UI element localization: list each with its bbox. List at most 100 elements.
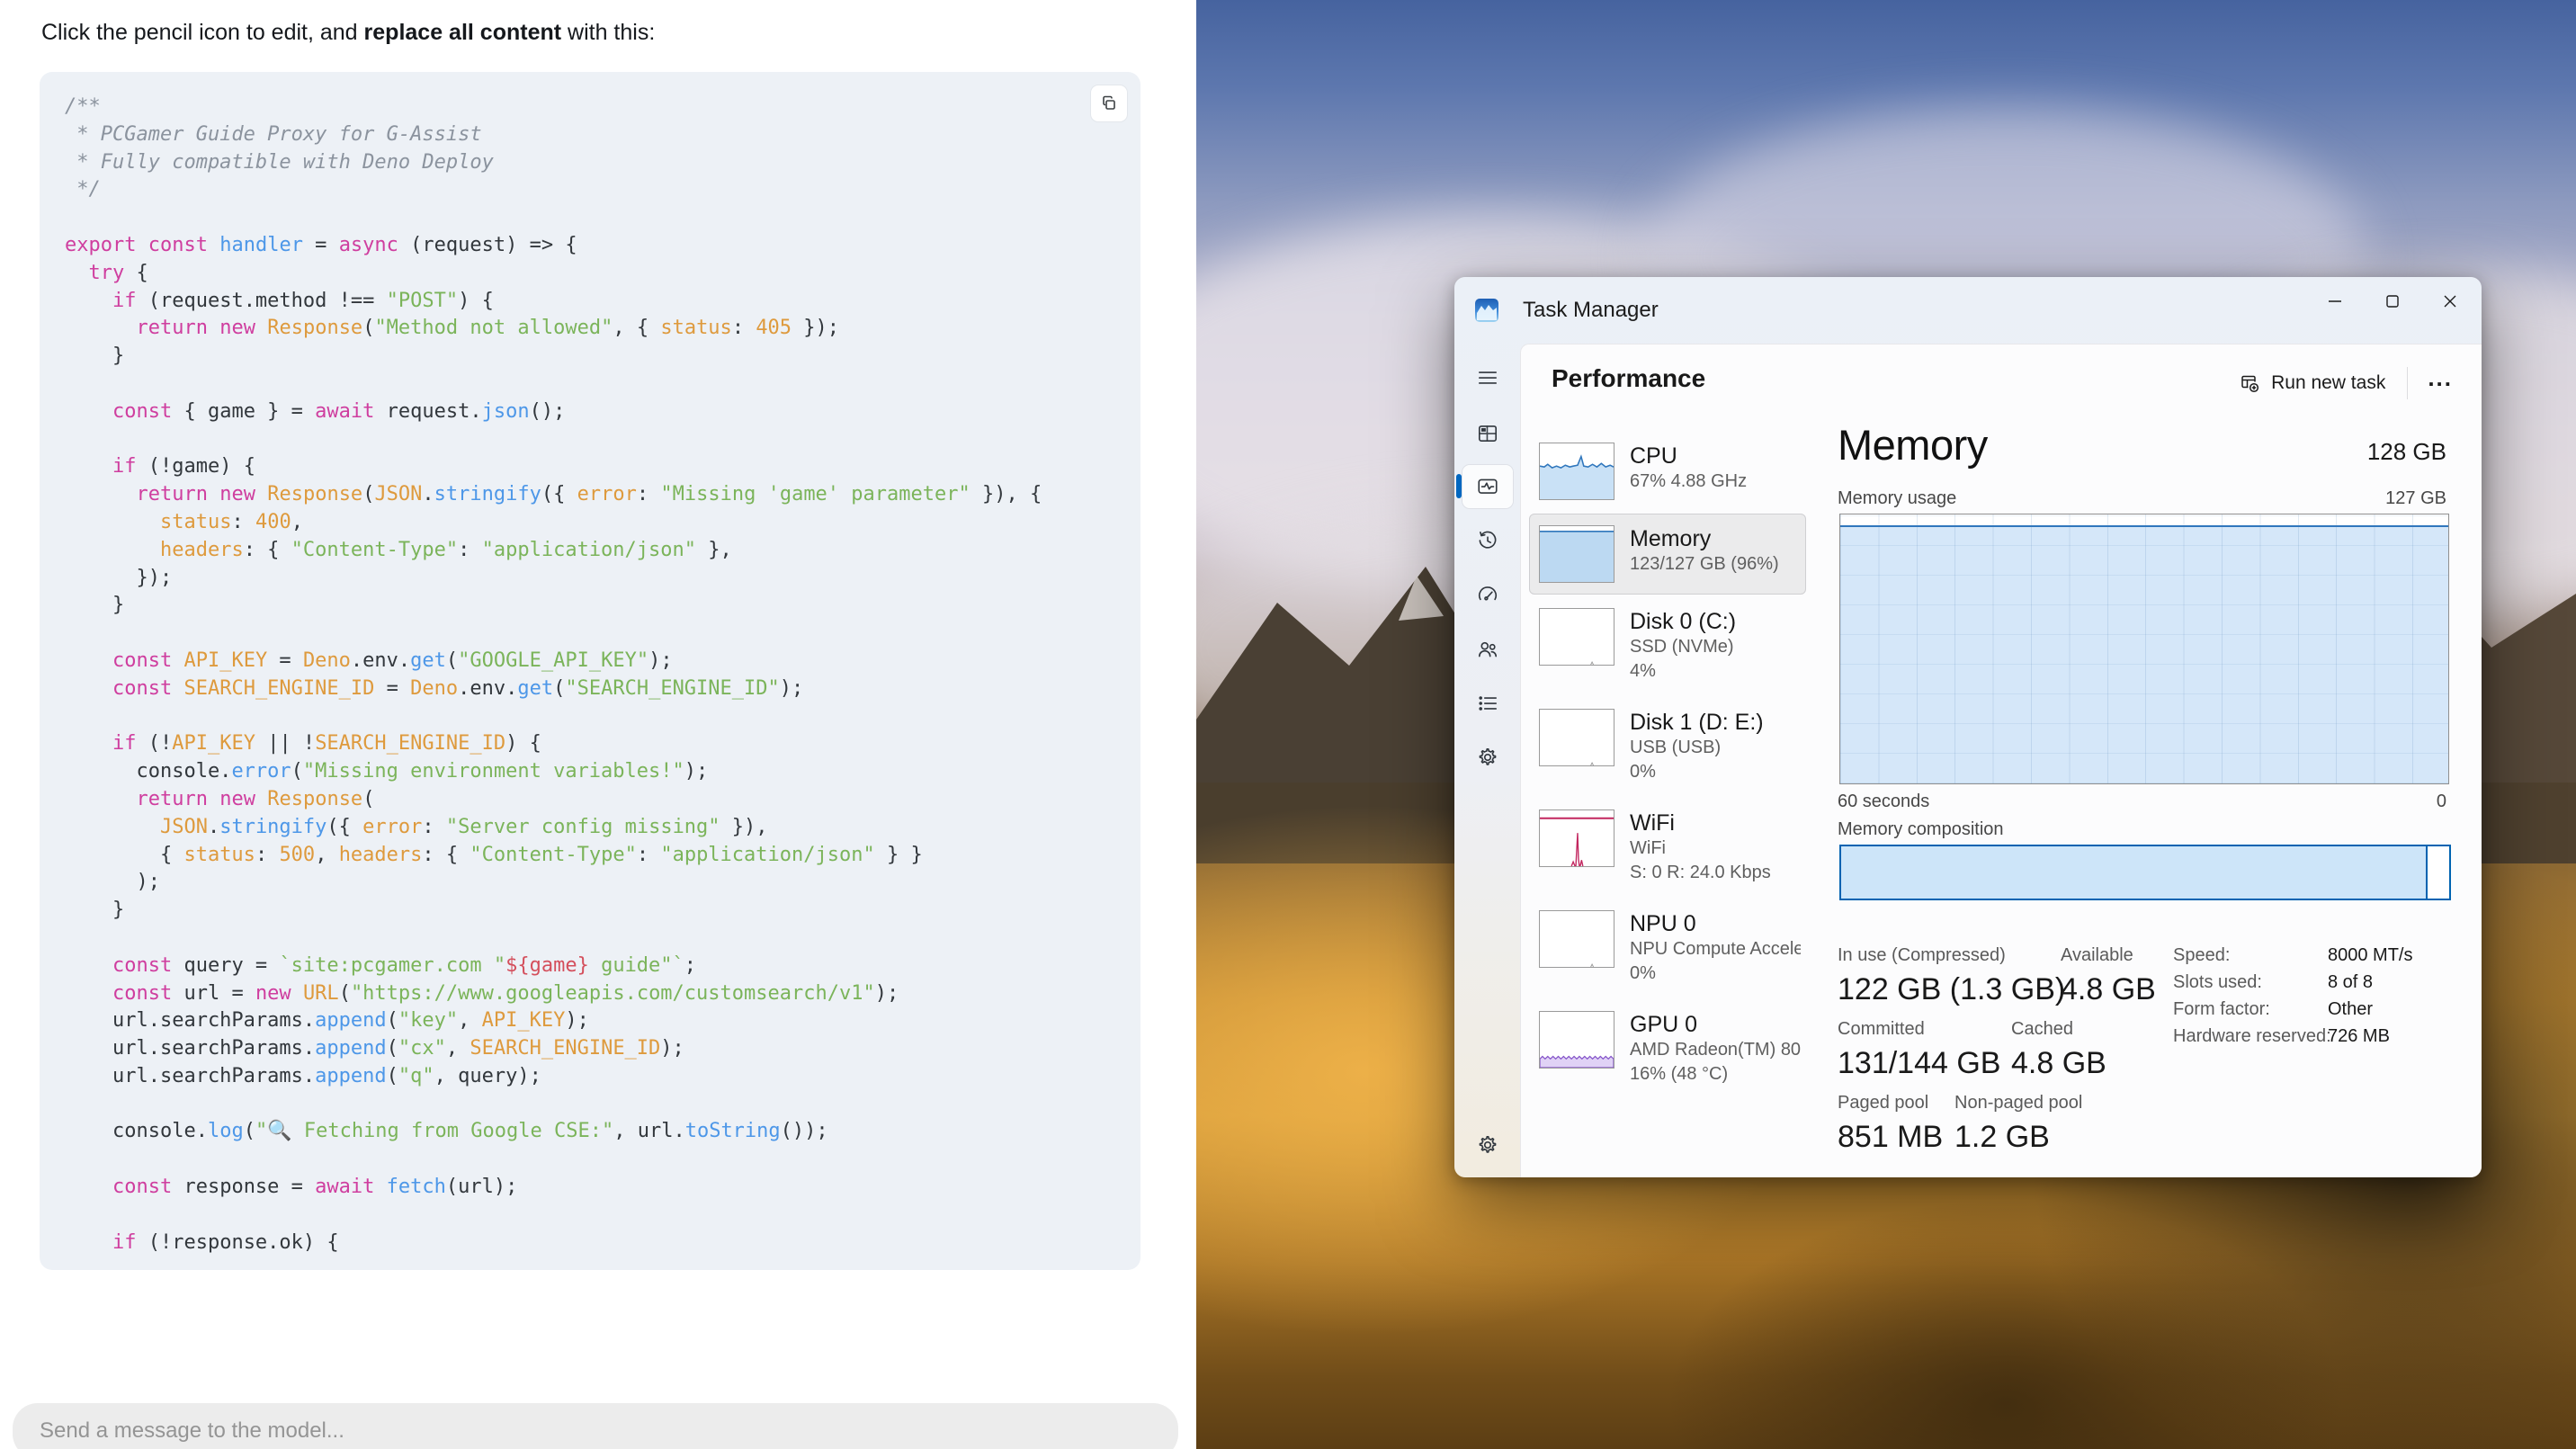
- wifi-mini-graph: [1539, 809, 1614, 867]
- device-subtext: 67% 4.88 GHz: [1630, 470, 1747, 494]
- sidebar-item-app-history[interactable]: [1462, 519, 1513, 562]
- device-subtext: S: 0 R: 24.0 Kbps: [1630, 861, 1771, 885]
- code-line: }: [65, 592, 1115, 620]
- code-line: return new Response(JSON.stringify({ err…: [65, 481, 1115, 509]
- stat-value: 4.8 GB: [2011, 1046, 2106, 1081]
- instruction-bold: replace all content: [364, 20, 562, 45]
- code-line: );: [65, 869, 1115, 897]
- detail-value: 726 MB: [2328, 1026, 2390, 1047]
- memory-detail-form-factor: Form factor: Other: [2173, 999, 2373, 1020]
- flat-mini-graph: [1539, 608, 1614, 666]
- device-subtext: AMD Radeon(TM) 806...: [1630, 1038, 1801, 1062]
- cpu-mini-graph: [1539, 443, 1614, 500]
- memory-stat-in-use-compressed: In use (Compressed) 122 GB (1.3 GB): [1838, 945, 2065, 1007]
- performance-device-list: CPU67% 4.88 GHzMemory123/127 GB (96%)Dis…: [1529, 431, 1806, 1100]
- instruction-prefix: Click the pencil icon to edit, and: [41, 20, 364, 45]
- memory-usage-axis-max: 127 GB: [2385, 488, 2446, 509]
- code-line: * PCGamer Guide Proxy for G-Assist: [65, 121, 1115, 149]
- stat-value: 131/144 GB: [1838, 1046, 2000, 1081]
- device-subtext: 0%: [1630, 962, 1801, 986]
- device-item-gpu-0[interactable]: GPU 0AMD Radeon(TM) 806...16% (48 °C): [1529, 999, 1806, 1098]
- device-subtext: 0%: [1630, 760, 1764, 784]
- code-line: const API_KEY = Deno.env.get("GOOGLE_API…: [65, 648, 1115, 675]
- minimize-button[interactable]: [2309, 281, 2361, 322]
- memory-usage-graph[interactable]: [1839, 514, 2449, 784]
- desktop-wallpaper: Task Manager: [1196, 0, 2576, 1449]
- stat-label: Available: [2061, 945, 2156, 966]
- close-button[interactable]: [2424, 281, 2476, 322]
- code-line: const { game } = await request.json();: [65, 398, 1115, 426]
- device-subtext: SSD (NVMe): [1630, 635, 1736, 659]
- task-manager-window: Task Manager: [1454, 277, 2482, 1177]
- stat-label: Committed: [1838, 1019, 2000, 1040]
- performance-icon: [1476, 475, 1499, 498]
- device-item-npu-0[interactable]: NPU 0NPU Compute Acceler...0%: [1529, 899, 1806, 997]
- detail-value: 8000 MT/s: [2328, 945, 2412, 966]
- code-line: if (!game) {: [65, 453, 1115, 481]
- device-item-memory[interactable]: Memory123/127 GB (96%): [1529, 514, 1806, 595]
- sidebar-item-performance[interactable]: [1462, 465, 1513, 508]
- detail-label: Hardware reserved:: [2173, 1026, 2328, 1047]
- memory-panel-title: Memory: [1838, 420, 1988, 470]
- sidebar-item-details[interactable]: [1462, 682, 1513, 725]
- startup-apps-icon: [1476, 583, 1499, 606]
- memory-stat-paged-pool: Paged pool 851 MB: [1838, 1093, 1943, 1155]
- sidebar-settings-button[interactable]: [1462, 1123, 1513, 1167]
- code-line: JSON.stringify({ error: "Server config m…: [65, 814, 1115, 842]
- detail-label: Form factor:: [2173, 999, 2328, 1020]
- code-line: url.searchParams.append("cx", SEARCH_ENG…: [65, 1035, 1115, 1063]
- sidebar-menu-button[interactable]: [1462, 356, 1513, 399]
- title-bar[interactable]: Task Manager: [1454, 277, 2482, 344]
- device-name: GPU 0: [1630, 1011, 1801, 1038]
- device-subtext: 123/127 GB (96%): [1630, 552, 1779, 577]
- run-new-task-label: Run new task: [2271, 372, 2385, 394]
- code-line: const url = new URL("https://www.googlea…: [65, 980, 1115, 1008]
- code-line: [65, 620, 1115, 648]
- users-icon: [1476, 638, 1499, 661]
- copy-icon: [1100, 94, 1118, 112]
- device-subtext: NPU Compute Acceler...: [1630, 937, 1801, 962]
- maximize-button[interactable]: [2366, 281, 2419, 322]
- app-history-icon: [1476, 529, 1499, 552]
- memory-mini-graph: [1539, 525, 1614, 583]
- sidebar-item-services[interactable]: [1462, 736, 1513, 779]
- code-line: const query = `site:pcgamer.com "${game}…: [65, 953, 1115, 980]
- memory-detail-slots-used: Slots used: 8 of 8: [2173, 972, 2373, 993]
- memory-stat-committed: Committed 131/144 GB: [1838, 1019, 2000, 1081]
- code-line: [65, 1202, 1115, 1230]
- code-line: url.searchParams.append("q", query);: [65, 1063, 1115, 1091]
- detail-value: 8 of 8: [2328, 972, 2373, 993]
- stat-value: 4.8 GB: [2061, 972, 2156, 1007]
- stat-value: 122 GB (1.3 GB): [1838, 972, 2065, 1007]
- copy-button[interactable]: [1090, 85, 1128, 122]
- device-name: CPU: [1630, 443, 1747, 470]
- device-item-disk-0-c[interactable]: Disk 0 (C:)SSD (NVMe)4%: [1529, 596, 1806, 695]
- sidebar-item-users[interactable]: [1462, 628, 1513, 671]
- code-line: [65, 925, 1115, 953]
- memory-composition-bar[interactable]: [1839, 845, 2451, 900]
- device-item-wifi[interactable]: WiFiWiFiS: 0 R: 24.0 Kbps: [1529, 798, 1806, 897]
- device-item-cpu[interactable]: CPU67% 4.88 GHz: [1529, 431, 1806, 512]
- run-new-task-button[interactable]: Run new task: [2226, 363, 2398, 403]
- code-line: [65, 204, 1115, 232]
- details-icon: [1476, 692, 1499, 715]
- code-line: [65, 1091, 1115, 1119]
- sidebar-item-processes[interactable]: [1462, 412, 1513, 455]
- flat-mini-graph: [1539, 709, 1614, 766]
- chat-message-input[interactable]: [13, 1403, 1178, 1449]
- code-line: return new Response("Method not allowed"…: [65, 315, 1115, 343]
- detail-label: Speed:: [2173, 945, 2328, 966]
- code-line: }: [65, 343, 1115, 371]
- code-line: console.error("Missing environment varia…: [65, 758, 1115, 786]
- memory-stat-available: Available 4.8 GB: [2061, 945, 2156, 1007]
- code-line: [65, 371, 1115, 398]
- instruction-suffix: with this:: [561, 20, 655, 45]
- detail-label: Slots used:: [2173, 972, 2328, 993]
- instruction-text: Click the pencil icon to edit, and repla…: [41, 20, 655, 46]
- code-line: return new Response(: [65, 786, 1115, 814]
- device-item-disk-1-d-e[interactable]: Disk 1 (D: E:)USB (USB)0%: [1529, 697, 1806, 796]
- menu-icon: [1476, 366, 1499, 389]
- code-line: console.log("🔍 Fetching from Google CSE:…: [65, 1118, 1115, 1146]
- sidebar-item-startup-apps[interactable]: [1462, 573, 1513, 616]
- more-options-button[interactable]: ...: [2417, 361, 2464, 405]
